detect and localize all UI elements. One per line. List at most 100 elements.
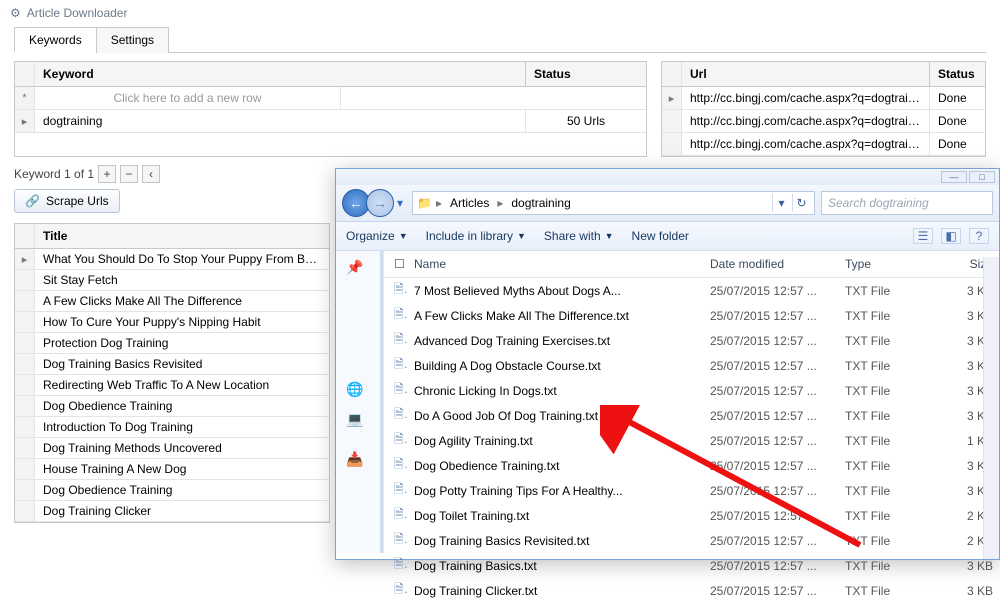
help-button[interactable]: ? xyxy=(969,228,989,244)
row-indicator-icon xyxy=(15,354,35,374)
share-with-menu[interactable]: Share with▼ xyxy=(544,229,614,243)
file-icon: 🗎 xyxy=(388,279,408,302)
title-row[interactable]: Sit Stay Fetch xyxy=(15,270,329,291)
file-row[interactable]: 🗎Dog Training Basics.txt25/07/2015 12:57… xyxy=(384,553,999,578)
col-url[interactable]: Url xyxy=(682,62,930,86)
row-indicator-icon xyxy=(15,396,35,416)
chevron-down-icon: ▼ xyxy=(517,231,526,241)
title-row[interactable]: A Few Clicks Make All The Difference xyxy=(15,291,329,312)
file-row[interactable]: 🗎Dog Training Basics Revisited.txt25/07/… xyxy=(384,528,999,553)
maximize-button[interactable]: □ xyxy=(969,171,995,183)
col-date[interactable]: Date modified xyxy=(704,255,839,273)
favorites-icon[interactable]: 📌 xyxy=(346,259,363,276)
file-icon: 🗎 xyxy=(388,429,408,452)
vertical-scrollbar[interactable] xyxy=(983,257,999,559)
file-row[interactable]: 🗎Dog Toilet Training.txt25/07/2015 12:57… xyxy=(384,503,999,528)
file-type: TXT File xyxy=(839,358,929,374)
file-type: TXT File xyxy=(839,508,929,524)
file-row[interactable]: 🗎Do A Good Job Of Dog Training.txt25/07/… xyxy=(384,403,999,428)
organize-menu[interactable]: Organize▼ xyxy=(346,229,408,243)
title-row[interactable]: House Training A New Dog xyxy=(15,459,329,480)
libraries-icon[interactable]: 🌐 xyxy=(346,381,363,398)
explorer-sidebar[interactable]: 📌 🌐 💻 📥 xyxy=(336,251,384,553)
title-row[interactable]: ▸What You Should Do To Stop Your Puppy F… xyxy=(15,249,329,270)
title-row[interactable]: Introduction To Dog Training xyxy=(15,417,329,438)
nav-buttons: ← → ▾ xyxy=(342,189,406,217)
title-row[interactable]: Redirecting Web Traffic To A New Locatio… xyxy=(15,375,329,396)
file-row[interactable]: 🗎7 Most Believed Myths About Dogs A...25… xyxy=(384,278,999,303)
crumb-current[interactable]: dogtraining xyxy=(507,194,574,212)
search-input[interactable]: Search dogtraining xyxy=(821,191,993,215)
window-titlebar[interactable]: — □ xyxy=(336,169,999,185)
keyword-row[interactable]: ▸ dogtraining 50 Urls xyxy=(15,110,646,133)
file-date: 25/07/2015 12:57 ... xyxy=(704,483,839,499)
title-row[interactable]: Dog Training Clicker xyxy=(15,501,329,522)
file-icon: 🗎 xyxy=(388,379,408,402)
tab-keywords[interactable]: Keywords xyxy=(14,27,97,53)
file-row[interactable]: 🗎A Few Clicks Make All The Difference.tx… xyxy=(384,303,999,328)
file-date: 25/07/2015 12:57 ... xyxy=(704,308,839,324)
status-cell: 50 Urls xyxy=(526,110,646,132)
title-text: Redirecting Web Traffic To A New Locatio… xyxy=(35,375,277,395)
checkbox-column[interactable]: ☐ xyxy=(388,255,408,273)
network-icon[interactable]: 📥 xyxy=(346,451,363,468)
preview-pane-button[interactable]: ◧ xyxy=(941,228,961,244)
computer-icon[interactable]: 💻 xyxy=(346,411,363,428)
file-row[interactable]: 🗎Dog Obedience Training.txt25/07/2015 12… xyxy=(384,453,999,478)
title-row[interactable]: Dog Obedience Training xyxy=(15,396,329,417)
breadcrumb[interactable]: 📁 ▸ Articles ▸ dogtraining ▾ ↻ xyxy=(412,191,815,215)
crumb-root[interactable]: Articles xyxy=(446,194,493,212)
refresh-button[interactable]: ↻ xyxy=(792,194,810,212)
file-size: 3 KB xyxy=(929,583,999,599)
title-row[interactable]: Dog Training Methods Uncovered xyxy=(15,438,329,459)
file-icon: 🗎 xyxy=(388,354,408,377)
file-row[interactable]: 🗎Chronic Licking In Dogs.txt25/07/2015 1… xyxy=(384,378,999,403)
url-row[interactable]: http://cc.bingj.com/cache.aspx?q=dogtrai… xyxy=(662,133,985,156)
url-cell: http://cc.bingj.com/cache.aspx?q=dogtrai… xyxy=(682,87,930,109)
title-row[interactable]: Dog Training Basics Revisited xyxy=(15,354,329,375)
pager-more-button[interactable]: ‹ xyxy=(142,165,160,183)
col-status[interactable]: Status xyxy=(526,62,646,86)
file-row[interactable]: 🗎Dog Training Clicker.txt25/07/2015 12:5… xyxy=(384,578,999,603)
forward-button[interactable]: → xyxy=(366,189,394,217)
pager-add-button[interactable]: + xyxy=(98,165,116,183)
file-type: TXT File xyxy=(839,433,929,449)
explorer-nav: ← → ▾ 📁 ▸ Articles ▸ dogtraining ▾ ↻ Sea… xyxy=(336,185,999,222)
file-row[interactable]: 🗎Dog Potty Training Tips For A Healthy..… xyxy=(384,478,999,503)
breadcrumb-dropdown[interactable]: ▾ xyxy=(772,194,790,212)
sidebar-splitter[interactable] xyxy=(380,251,383,553)
title-row[interactable]: How To Cure Your Puppy's Nipping Habit xyxy=(15,312,329,333)
col-title[interactable]: Title xyxy=(35,224,329,248)
file-date: 25/07/2015 12:57 ... xyxy=(704,358,839,374)
row-indicator-icon xyxy=(15,459,35,479)
tab-settings[interactable]: Settings xyxy=(96,27,169,53)
file-row[interactable]: 🗎Advanced Dog Training Exercises.txt25/0… xyxy=(384,328,999,353)
col-url-status[interactable]: Status xyxy=(930,62,985,86)
file-icon: 🗎 xyxy=(388,404,408,427)
file-row[interactable]: 🗎Building A Dog Obstacle Course.txt25/07… xyxy=(384,353,999,378)
file-type: TXT File xyxy=(839,383,929,399)
title-text: Dog Training Methods Uncovered xyxy=(35,438,230,458)
col-type[interactable]: Type xyxy=(839,255,929,273)
keyword-cell: dogtraining xyxy=(35,110,526,132)
col-keyword[interactable]: Keyword xyxy=(35,62,526,86)
nav-history-dropdown[interactable]: ▾ xyxy=(394,189,406,217)
titles-grid: Title ▸What You Should Do To Stop Your P… xyxy=(14,223,330,523)
include-in-library-menu[interactable]: Include in library▼ xyxy=(426,229,526,243)
file-row[interactable]: 🗎Dog Agility Training.txt25/07/2015 12:5… xyxy=(384,428,999,453)
file-date: 25/07/2015 12:57 ... xyxy=(704,408,839,424)
title-row[interactable]: Protection Dog Training xyxy=(15,333,329,354)
col-name[interactable]: Name xyxy=(408,255,704,273)
new-folder-button[interactable]: New folder xyxy=(632,229,689,243)
title-row[interactable]: Dog Obedience Training xyxy=(15,480,329,501)
scrape-urls-button[interactable]: 🔗 Scrape Urls xyxy=(14,189,120,213)
minimize-button[interactable]: — xyxy=(941,171,967,183)
new-row-placeholder[interactable]: * Click here to add a new row xyxy=(15,87,646,110)
pager-remove-button[interactable]: − xyxy=(120,165,138,183)
url-row[interactable]: http://cc.bingj.com/cache.aspx?q=dogtrai… xyxy=(662,110,985,133)
row-indicator-icon: ▸ xyxy=(15,110,35,132)
file-name: Do A Good Job Of Dog Training.txt xyxy=(408,408,704,424)
view-options-button[interactable]: ☰ xyxy=(913,228,933,244)
file-name: Dog Agility Training.txt xyxy=(408,433,704,449)
url-row[interactable]: ▸http://cc.bingj.com/cache.aspx?q=dogtra… xyxy=(662,87,985,110)
